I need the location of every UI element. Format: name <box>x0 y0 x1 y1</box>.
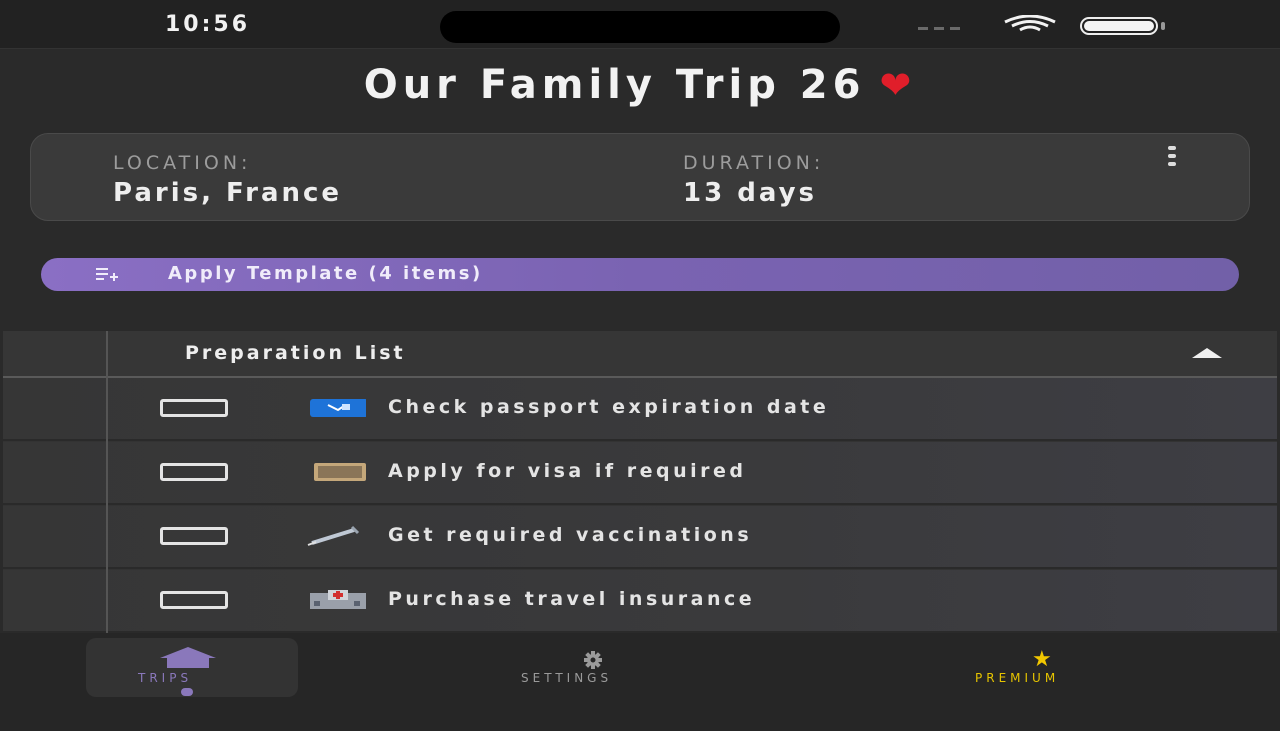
wifi-icon <box>1004 15 1056 32</box>
active-indicator <box>181 688 193 696</box>
checkbox[interactable] <box>160 527 228 545</box>
list-item[interactable]: Purchase travel insurance <box>3 570 1277 633</box>
tab-settings-label: SETTINGS <box>521 671 613 685</box>
collapse-chevron-icon[interactable] <box>1192 348 1222 358</box>
location-value: Paris, France <box>113 178 343 208</box>
playlist-add-icon <box>96 268 118 281</box>
hospital-icon <box>310 590 366 609</box>
home-icon <box>160 647 216 668</box>
item-label: Purchase travel insurance <box>388 588 756 610</box>
more-options-icon[interactable] <box>1165 146 1179 166</box>
tab-trips[interactable]: TRIPS <box>86 638 298 697</box>
app-screen: 10:56 Our Family Trip 26 ❤ LOCATION: Pari… <box>0 0 1280 731</box>
tab-premium[interactable]: ★ PREMIUM <box>975 647 1155 701</box>
tab-settings[interactable]: SETTINGS <box>520 651 700 701</box>
location-label: LOCATION: <box>113 152 252 174</box>
checkbox[interactable] <box>160 463 228 481</box>
section-title: Preparation List <box>185 342 406 364</box>
tab-premium-label: PREMIUM <box>975 671 1060 685</box>
section-header[interactable]: Preparation List <box>3 331 1277 378</box>
list-item[interactable]: Apply for visa if required <box>3 442 1277 505</box>
checkbox[interactable] <box>160 399 228 417</box>
cellular-signal-icon <box>918 27 960 30</box>
item-label: Get required vaccinations <box>388 524 753 546</box>
preparation-list: Preparation List Check passport expirati… <box>3 331 1277 633</box>
list-divider <box>106 331 108 633</box>
document-icon <box>314 463 366 481</box>
star-icon: ★ <box>1032 647 1052 672</box>
trip-info-card: LOCATION: Paris, France DURATION: 13 day… <box>30 133 1250 221</box>
apply-template-button[interactable]: Apply Template (4 items) <box>41 258 1239 291</box>
battery-tip <box>1161 22 1165 30</box>
item-label: Check passport expiration date <box>388 396 830 418</box>
trip-title: Our Family Trip 26 ❤ <box>0 62 1280 108</box>
apply-template-label: Apply Template (4 items) <box>168 263 483 284</box>
gear-icon <box>584 651 602 669</box>
list-item[interactable]: Check passport expiration date <box>3 378 1277 441</box>
checkbox[interactable] <box>160 591 228 609</box>
duration-label: DURATION: <box>683 152 825 174</box>
item-label: Apply for visa if required <box>388 460 747 482</box>
passport-icon <box>310 399 366 417</box>
syringe-icon <box>307 525 360 546</box>
dynamic-island <box>440 11 840 43</box>
heart-icon: ❤ <box>879 63 917 107</box>
tab-bar: TRIPS SETTINGS ★ PREMIUM <box>0 633 1280 731</box>
tab-trips-label: TRIPS <box>138 671 193 685</box>
battery-icon <box>1080 17 1158 35</box>
trip-title-text: Our Family Trip 26 <box>363 62 866 108</box>
status-time: 10:56 <box>165 12 251 37</box>
list-item[interactable]: Get required vaccinations <box>3 506 1277 569</box>
status-bar: 10:56 <box>0 0 1280 49</box>
duration-value: 13 days <box>683 178 818 208</box>
